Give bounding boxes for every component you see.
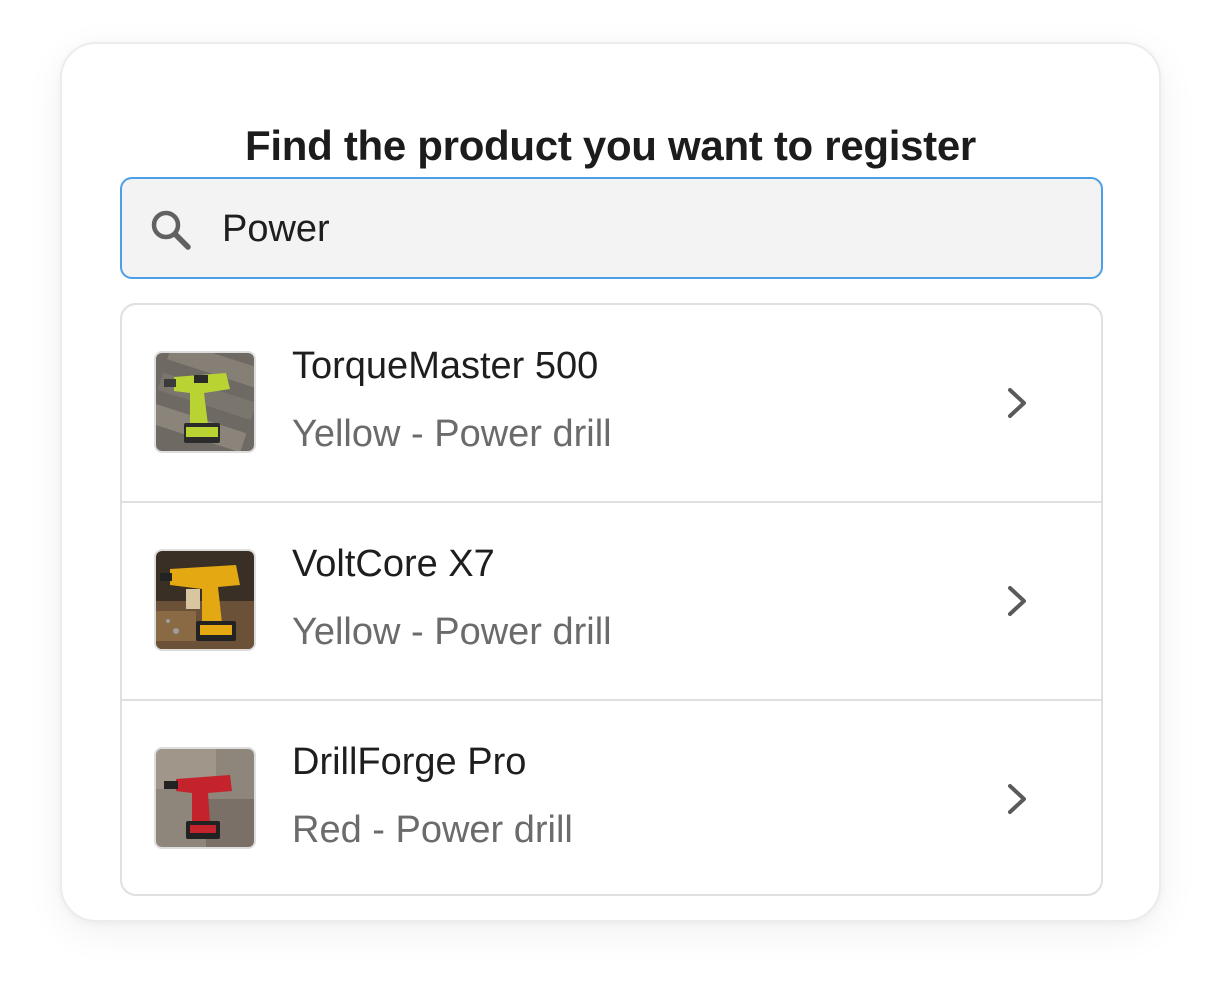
chevron-right-icon [1008,586,1026,616]
product-description: Red - Power drill [292,809,573,851]
chevron-right-icon [1008,784,1026,814]
search-icon [151,210,191,250]
product-thumbnail [154,747,256,849]
result-row-torquemaster[interactable]: TorqueMaster 500 Yellow - Power drill [122,305,1101,503]
product-name: DrillForge Pro [292,741,527,783]
product-description: Yellow - Power drill [292,413,612,455]
page-title: Find the product you want to register [245,122,976,169]
product-name: TorqueMaster 500 [292,345,599,387]
product-description: Yellow - Power drill [292,611,612,653]
chevron-right-icon [1008,388,1026,418]
register-product-card: Find the product you want to register Po… [60,42,1161,922]
product-thumbnail [154,351,256,453]
search-input[interactable] [222,199,1082,259]
result-row-voltcore[interactable]: VoltCore X7 Yellow - Power drill [122,503,1101,701]
result-row-drillforge[interactable]: DrillForge Pro Red - Power drill [122,701,1101,894]
product-name: VoltCore X7 [292,543,495,585]
results-list: TorqueMaster 500 Yellow - Power drill Vo… [120,303,1103,896]
search-bar[interactable] [120,177,1103,279]
product-thumbnail [154,549,256,651]
